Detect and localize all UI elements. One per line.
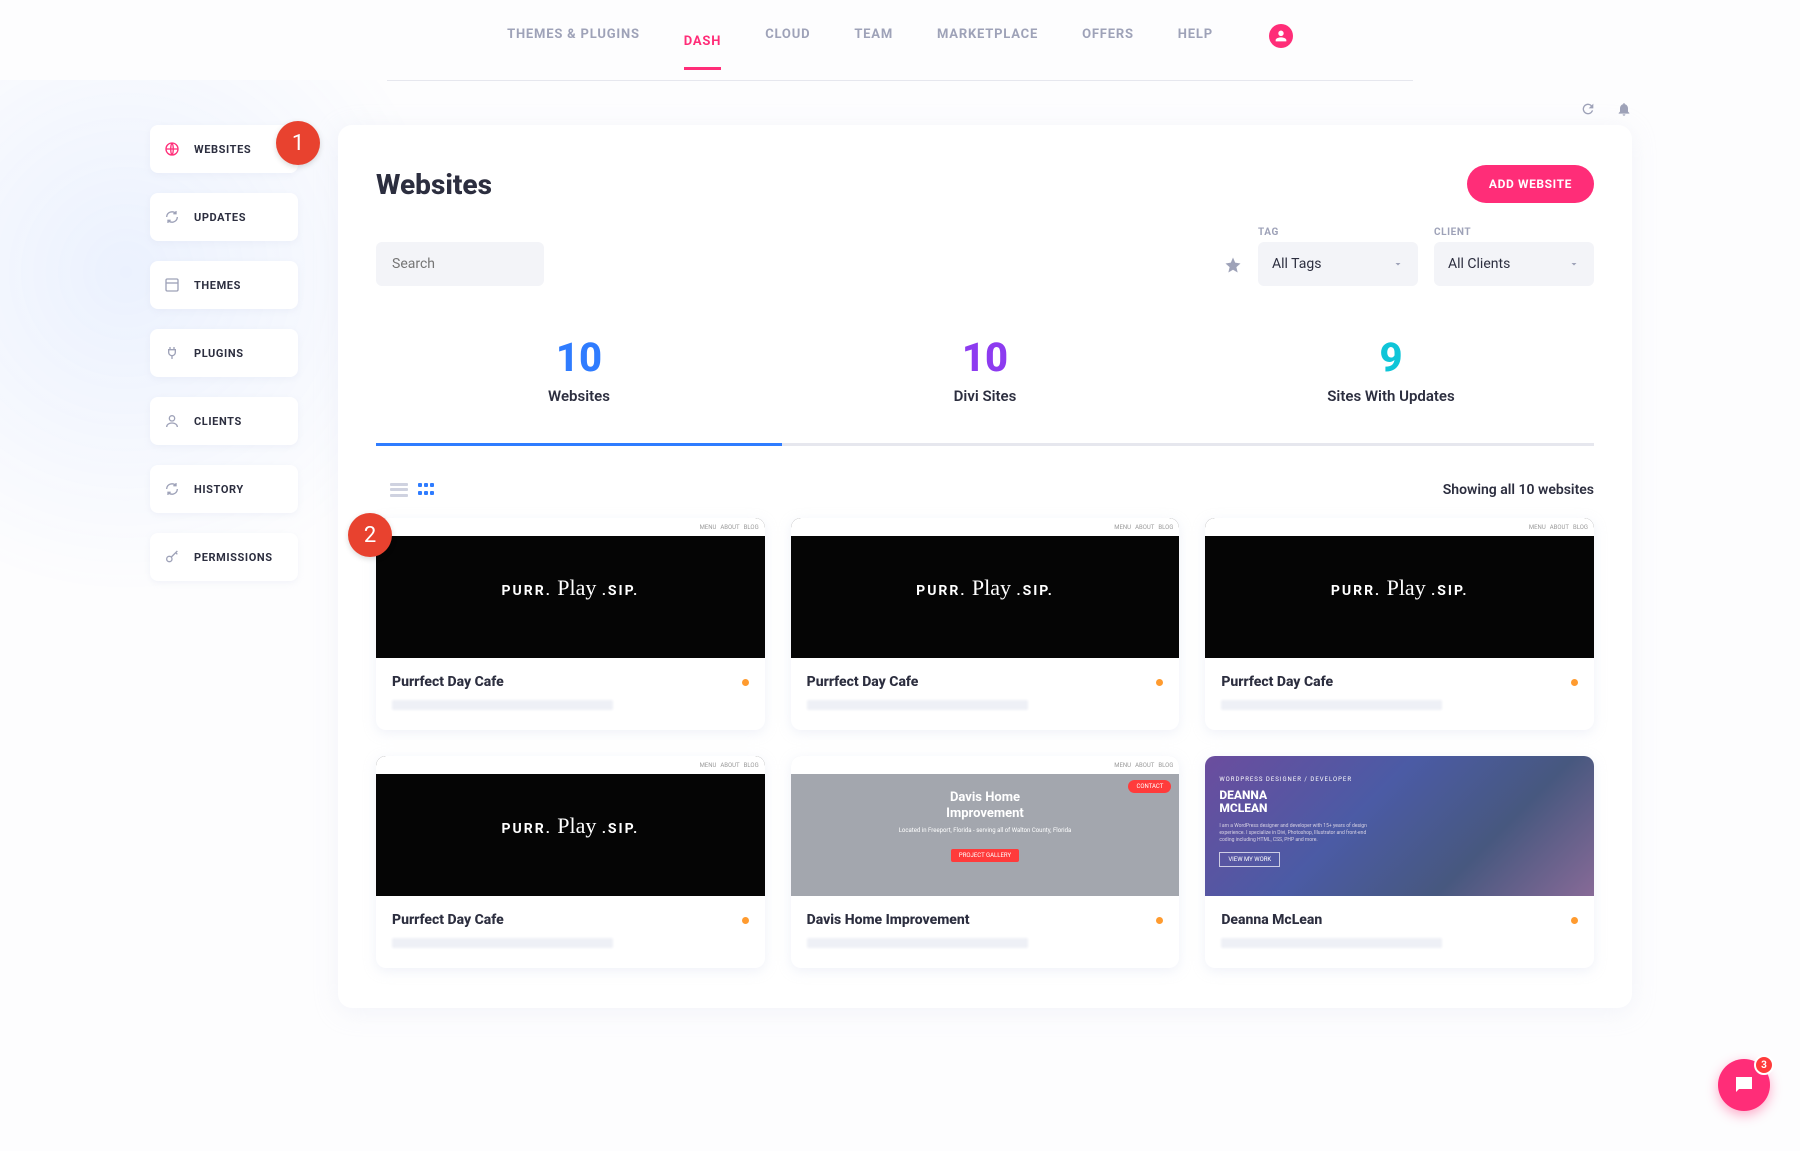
card-url-redacted	[1221, 938, 1442, 948]
sidebar-item-label: PLUGINS	[194, 347, 244, 360]
website-card[interactable]: MENUABOUTBLOGPURR. Play .SIP.Purrfect Da…	[376, 518, 765, 730]
thumb-tagline: PURR. Play .SIP.	[916, 575, 1054, 601]
plug-icon	[164, 345, 180, 361]
view-grid-button[interactable]	[418, 483, 436, 497]
bell-icon[interactable]	[1616, 101, 1632, 117]
cards-grid: MENUABOUTBLOGPURR. Play .SIP.Purrfect Da…	[376, 518, 1594, 968]
card-title: Purrfect Day Cafe	[392, 674, 749, 690]
card-title: Davis Home Improvement	[807, 912, 1164, 928]
card-title: Purrfect Day Cafe	[1221, 674, 1578, 690]
sidebar-item-websites[interactable]: WEBSITES	[150, 125, 298, 173]
sidebar-item-label: HISTORY	[194, 483, 244, 496]
nav-cloud[interactable]: CLOUD	[765, 27, 810, 60]
website-card[interactable]: MENUABOUTBLOGPURR. Play .SIP.Purrfect Da…	[376, 756, 765, 968]
history-icon	[164, 481, 180, 497]
stat-divi-sites[interactable]: 10 Divi Sites	[782, 326, 1188, 433]
tag-select[interactable]: All Tags	[1258, 242, 1418, 286]
user-icon	[164, 413, 180, 429]
status-dot	[1156, 917, 1163, 924]
sidebar-item-themes[interactable]: THEMES	[150, 261, 298, 309]
status-dot	[1156, 679, 1163, 686]
card-url-redacted	[807, 700, 1028, 710]
nav-dash[interactable]: DASH	[684, 34, 721, 70]
card-title: Deanna McLean	[1221, 912, 1578, 928]
nav-themes-plugins[interactable]: THEMES & PLUGINS	[507, 27, 640, 60]
card-url-redacted	[392, 700, 613, 710]
chat-badge: 3	[1754, 1055, 1774, 1075]
card-url-redacted	[392, 938, 613, 948]
globe-icon	[164, 141, 180, 157]
sidebar-item-clients[interactable]: CLIENTS	[150, 397, 298, 445]
search-input[interactable]	[376, 242, 544, 286]
sidebar-item-history[interactable]: HISTORY	[150, 465, 298, 513]
status-dot	[742, 679, 749, 686]
showing-count: Showing all 10 websites	[1443, 482, 1594, 498]
chevron-down-icon	[1568, 258, 1580, 270]
stats-underline	[376, 443, 1594, 446]
sidebar-item-permissions[interactable]: PERMISSIONS	[150, 533, 298, 581]
status-dot	[742, 917, 749, 924]
website-card[interactable]: WORDPRESS DESIGNER / DEVELOPERDEANNAMCLE…	[1205, 756, 1594, 968]
annotation-badge-1: 1	[276, 121, 320, 165]
sidebar-item-updates[interactable]: UPDATES	[150, 193, 298, 241]
sidebar-item-label: UPDATES	[194, 211, 246, 224]
status-dot	[1571, 679, 1578, 686]
thumb-tagline: PURR. Play .SIP.	[502, 813, 640, 839]
stat-websites[interactable]: 10 Websites	[376, 326, 782, 433]
user-icon[interactable]	[1269, 24, 1293, 48]
thumb-tagline: PURR. Play .SIP.	[502, 575, 640, 601]
sidebar-item-label: PERMISSIONS	[194, 551, 273, 564]
chevron-down-icon	[1392, 258, 1404, 270]
thumb-tagline: PURR. Play .SIP.	[1331, 575, 1469, 601]
key-icon	[164, 549, 180, 565]
page-title: Websites	[376, 168, 492, 201]
chat-widget[interactable]: 3	[1718, 1059, 1770, 1111]
add-website-button[interactable]: ADD WEBSITE	[1467, 165, 1594, 203]
stats-bar: 10 Websites 10 Divi Sites 9 Sites With U…	[376, 326, 1594, 433]
view-list-button[interactable]	[390, 483, 408, 497]
star-icon[interactable]	[1224, 256, 1242, 274]
nav-marketplace[interactable]: MARKETPLACE	[937, 27, 1038, 60]
website-card[interactable]: MENUABOUTBLOGCONTACTDavis HomeImprovemen…	[791, 756, 1180, 968]
nav-offers[interactable]: OFFERS	[1082, 27, 1134, 60]
sidebar: 1 WEBSITES UPDATES THEMES PLUGINS CLIENT…	[150, 125, 298, 581]
top-nav: THEMES & PLUGINS DASH CLOUD TEAM MARKETP…	[387, 0, 1413, 81]
refresh-icon	[164, 209, 180, 225]
header-icons	[0, 81, 1800, 125]
tag-filter-label: TAG	[1258, 227, 1418, 238]
sidebar-item-plugins[interactable]: PLUGINS	[150, 329, 298, 377]
website-card[interactable]: MENUABOUTBLOGPURR. Play .SIP.Purrfect Da…	[1205, 518, 1594, 730]
client-filter-label: CLIENT	[1434, 227, 1594, 238]
refresh-icon[interactable]	[1580, 101, 1596, 117]
status-dot	[1571, 917, 1578, 924]
client-select[interactable]: All Clients	[1434, 242, 1594, 286]
layout-icon	[164, 277, 180, 293]
stat-updates[interactable]: 9 Sites With Updates	[1188, 326, 1594, 433]
nav-help[interactable]: HELP	[1178, 27, 1213, 60]
card-title: Purrfect Day Cafe	[392, 912, 749, 928]
nav-team[interactable]: TEAM	[854, 27, 893, 60]
annotation-badge-2: 2	[348, 513, 392, 557]
main-panel: 2 Websites ADD WEBSITE TAG All Tags CLIE…	[338, 125, 1632, 1008]
sidebar-item-label: THEMES	[194, 279, 241, 292]
card-url-redacted	[807, 938, 1028, 948]
sidebar-item-label: WEBSITES	[194, 143, 251, 156]
card-title: Purrfect Day Cafe	[807, 674, 1164, 690]
sidebar-item-label: CLIENTS	[194, 415, 242, 428]
card-url-redacted	[1221, 700, 1442, 710]
website-card[interactable]: MENUABOUTBLOGPURR. Play .SIP.Purrfect Da…	[791, 518, 1180, 730]
